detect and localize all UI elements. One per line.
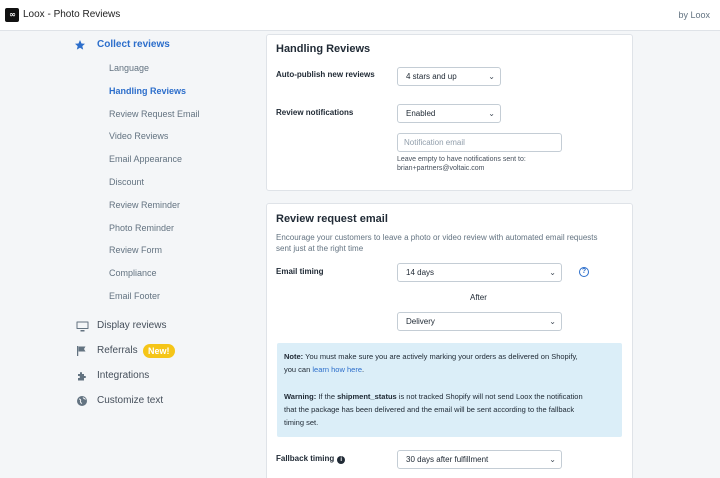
note-end: . [362, 365, 365, 374]
app-title: Loox - Photo Reviews [23, 9, 121, 20]
chevron-down-icon: ⌄ [488, 109, 495, 118]
note-line-1: Note: You must make sure you are activel… [284, 352, 578, 362]
chevron-down-icon: ⌄ [549, 268, 556, 277]
review-request-desc-line-2: sent just at the right time [276, 244, 364, 253]
warning-line-1: Warning: If the shipment_status is not t… [284, 392, 583, 402]
warning-line-2: that the package has been delivered and … [284, 405, 575, 414]
star-icon [73, 38, 87, 52]
sidebar-subitem-handling-reviews[interactable]: Handling Reviews [109, 86, 186, 96]
delivery-note-box: Note: You must make sure you are activel… [277, 343, 622, 437]
email-timing-value: 14 days [406, 268, 435, 277]
fallback-timing-select[interactable]: 30 days after fulfillment ⌄ [397, 450, 562, 469]
auto-publish-value: 4 stars and up [406, 72, 457, 81]
warning-label: Warning: [284, 392, 317, 401]
help-icon[interactable]: ? [579, 267, 589, 277]
chevron-down-icon: ⌄ [549, 455, 556, 464]
note-text-2: you can [284, 365, 311, 374]
warning-line-3: timing set. [284, 418, 319, 427]
chevron-down-icon: ⌄ [549, 317, 556, 326]
notification-help-line-2: brian+partners@voltaic.com [397, 165, 485, 172]
review-notifications-value: Enabled [406, 109, 436, 118]
sidebar-subitem-photo-reminder[interactable]: Photo Reminder [109, 223, 174, 233]
sidebar-subitem-review-request-email[interactable]: Review Request Email [109, 109, 200, 119]
review-request-email-title: Review request email [276, 213, 388, 225]
new-badge: New! [143, 344, 175, 358]
puzzle-icon [75, 369, 89, 383]
sidebar-subitem-compliance[interactable]: Compliance [109, 268, 157, 278]
fallback-timing-value: 30 days after fulfillment [406, 455, 489, 464]
globe-icon [75, 394, 89, 408]
auto-publish-select[interactable]: 4 stars and up ⌄ [397, 67, 501, 86]
auto-publish-label: Auto-publish new reviews [276, 70, 375, 79]
note-text: You must make sure you are actively mark… [305, 352, 578, 361]
sidebar-item-customize-text[interactable]: Customize text [97, 395, 163, 406]
flag-icon [75, 344, 89, 358]
sidebar-item-collect-reviews[interactable]: Collect reviews [97, 39, 170, 50]
email-timing-label: Email timing [276, 267, 324, 276]
sidebar-subitem-discount[interactable]: Discount [109, 177, 144, 187]
email-timing-select[interactable]: 14 days ⌄ [397, 263, 562, 282]
review-request-desc-line-1: Encourage your customers to leave a phot… [276, 233, 598, 242]
fallback-timing-label: Fallback timing i [276, 454, 346, 464]
info-icon[interactable]: i [337, 456, 346, 464]
timing-event-select[interactable]: Delivery ⌄ [397, 312, 562, 331]
after-label: After [470, 293, 487, 302]
notification-email-input[interactable]: Notification email [397, 133, 562, 152]
handling-reviews-title: Handling Reviews [276, 43, 371, 55]
warning-text-1: If the [318, 392, 335, 401]
note-line-2: you can learn how here. [284, 365, 364, 375]
sidebar-item-integrations[interactable]: Integrations [97, 370, 149, 381]
loox-logo-icon: ∞ [5, 8, 19, 22]
learn-how-link[interactable]: learn how here [312, 365, 362, 374]
warning-text-2: is not tracked Shopify will not send Loo… [398, 392, 583, 401]
chevron-down-icon: ⌄ [488, 72, 495, 81]
sidebar-subitem-language[interactable]: Language [109, 63, 149, 73]
sidebar-subitem-review-form[interactable]: Review Form [109, 245, 162, 255]
note-label: Note: [284, 352, 304, 361]
sidebar-subitem-video-reviews[interactable]: Video Reviews [109, 131, 168, 141]
notification-help-line-1: Leave empty to have notifications sent t… [397, 156, 526, 163]
sidebar-subitem-email-appearance[interactable]: Email Appearance [109, 154, 182, 164]
sidebar-subitem-review-reminder[interactable]: Review Reminder [109, 200, 180, 210]
sidebar-subitem-email-footer[interactable]: Email Footer [109, 291, 160, 301]
timing-event-value: Delivery [406, 317, 435, 326]
fallback-timing-text: Fallback timing [276, 454, 335, 463]
top-bar: ∞ Loox - Photo Reviews by Loox [0, 0, 720, 31]
by-loox-label: by Loox [678, 10, 710, 20]
sidebar-item-display-reviews[interactable]: Display reviews [97, 320, 166, 331]
review-notifications-label: Review notifications [276, 108, 354, 117]
sidebar-item-referrals[interactable]: Referrals [97, 345, 138, 356]
review-notifications-select[interactable]: Enabled ⌄ [397, 104, 501, 123]
monitor-icon [75, 319, 89, 333]
warning-field: shipment_status [337, 392, 397, 401]
